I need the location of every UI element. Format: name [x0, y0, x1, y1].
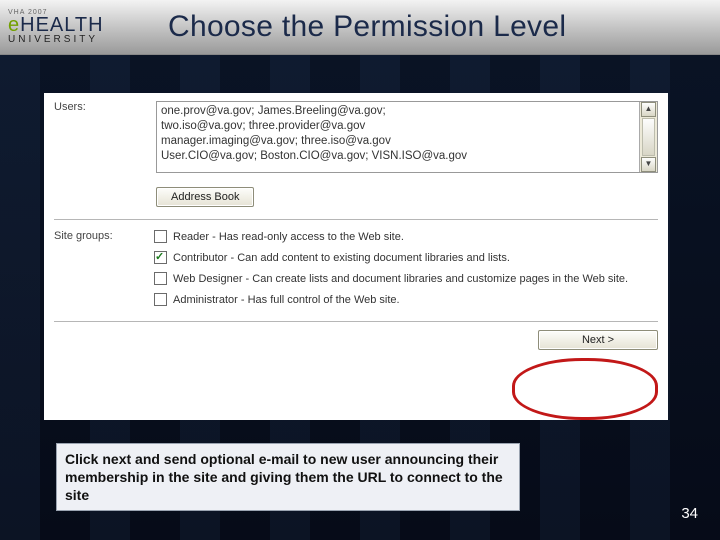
site-groups-label: Site groups: — [54, 230, 134, 242]
site-groups-list: Reader - Has read-only access to the Web… — [154, 230, 658, 307]
section-divider — [54, 219, 658, 220]
logo-word-health: HEALTH — [20, 14, 103, 36]
annotation-circle — [512, 358, 658, 420]
users-textarea[interactable]: one.prov@va.gov; James.Breeling@va.gov; … — [156, 101, 658, 173]
next-button[interactable]: Next > — [538, 330, 658, 350]
web-designer-label: Web Designer - Can create lists and docu… — [173, 272, 658, 286]
slide-title: Choose the Permission Level — [168, 10, 566, 44]
group-option-contributor[interactable]: Contributor - Can add content to existin… — [154, 251, 658, 265]
users-label: Users: — [54, 101, 134, 113]
contributor-label: Contributor - Can add content to existin… — [173, 251, 658, 265]
dialog-footer: Next > — [54, 321, 658, 350]
instruction-caption: Click next and send optional e-mail to n… — [56, 443, 520, 511]
group-option-reader[interactable]: Reader - Has read-only access to the Web… — [154, 230, 658, 244]
group-option-administrator[interactable]: Administrator - Has full control of the … — [154, 293, 658, 307]
users-row: Users: one.prov@va.gov; James.Breeling@v… — [54, 101, 658, 173]
header-bar: VHA 2007 eHEALTH UNIVERSITY Choose the P… — [0, 0, 720, 55]
address-book-row: Address Book — [54, 187, 658, 207]
contributor-checkbox[interactable] — [154, 251, 167, 264]
permission-dialog: Users: one.prov@va.gov; James.Breeling@v… — [44, 93, 668, 420]
site-groups-row: Site groups: Reader - Has read-only acce… — [54, 230, 658, 307]
reader-checkbox[interactable] — [154, 230, 167, 243]
group-option-web-designer[interactable]: Web Designer - Can create lists and docu… — [154, 272, 658, 286]
users-text-value[interactable]: one.prov@va.gov; James.Breeling@va.gov; … — [157, 102, 639, 172]
reader-label: Reader - Has read-only access to the Web… — [173, 230, 658, 244]
ehealth-logo: VHA 2007 eHEALTH UNIVERSITY — [8, 6, 138, 48]
scroll-up-icon[interactable]: ▲ — [641, 102, 656, 117]
scroll-thumb[interactable] — [642, 118, 655, 156]
administrator-checkbox[interactable] — [154, 293, 167, 306]
logo-sub: UNIVERSITY — [8, 34, 138, 45]
page-number: 34 — [681, 505, 698, 522]
logo-letter-e: e — [8, 14, 20, 36]
address-book-button[interactable]: Address Book — [156, 187, 254, 207]
scroll-down-icon[interactable]: ▼ — [641, 157, 656, 172]
administrator-label: Administrator - Has full control of the … — [173, 293, 658, 307]
users-scrollbar[interactable]: ▲ ▼ — [639, 102, 657, 172]
web-designer-checkbox[interactable] — [154, 272, 167, 285]
slide: VHA 2007 eHEALTH UNIVERSITY Choose the P… — [0, 0, 720, 540]
